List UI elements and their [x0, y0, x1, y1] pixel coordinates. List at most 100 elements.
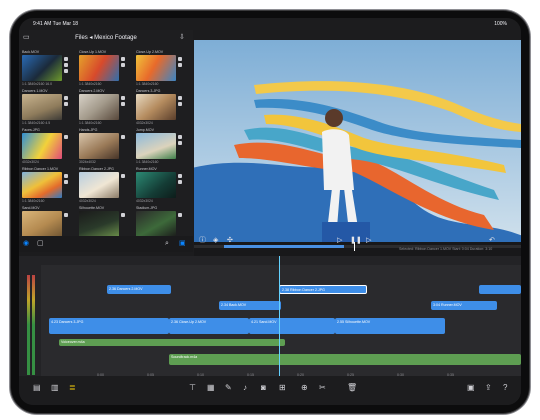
share-icon[interactable]: ⇪ [485, 384, 492, 392]
search-icon[interactable]: ⌕ [165, 240, 169, 247]
pencil-icon[interactable]: ✎ [225, 384, 232, 392]
play-from-start-icon[interactable]: ▷ [337, 237, 342, 244]
clip-status-icons [178, 95, 183, 119]
timeline-clip[interactable]: 4.23 Dancers 3.JPG [49, 318, 169, 334]
clip-meta: 4032x3024 [79, 199, 96, 203]
clip-dancers-2[interactable]: Dancers 2.MOV 1:1 3840x2160 [78, 89, 128, 131]
view-options-icon[interactable]: ▣ [179, 240, 186, 247]
clip-meta: 1:1 3840x2160 [22, 199, 45, 203]
clip-meta: 1:1 3840x2160 4.5 [22, 121, 51, 125]
media-browser: ▭ Files ◂ Mexico Footage ⇩ Back.MOV 1:1 … [19, 30, 193, 252]
clip-name: Faces.JPG [22, 128, 40, 132]
timeline-clip[interactable]: 2.36 Dancers 2.MOV [107, 285, 171, 294]
trash-icon[interactable]: 🗑 [347, 384, 357, 392]
camera-icon[interactable]: ◙ [261, 384, 266, 392]
titles-icon[interactable]: ⊤ [189, 384, 196, 392]
undo-icon[interactable]: ↶ [489, 237, 495, 244]
clip-thumbnail [136, 94, 176, 120]
clip-close-up-2[interactable]: Close-Up 2.MOV 1:1 3840x2160 [135, 50, 185, 92]
clip-name: Ribbon Dancer 2.JPG [79, 167, 114, 171]
browser-header: ▭ Files ◂ Mexico Footage ⇩ [19, 30, 193, 46]
timeline-clip[interactable]: 4.21 Sand.MOV [249, 318, 335, 334]
clip-thumbnail [22, 55, 62, 81]
info-icon[interactable]: ⓘ [199, 237, 206, 244]
clip-jump[interactable]: Jump.MOV 1:1 3840x2160 [135, 128, 185, 170]
clip-status-icons [64, 95, 69, 119]
clip-close-up-1[interactable]: Close-Up 1.MOV 1:1 3840x2160 [78, 50, 128, 92]
clip-status-icons [121, 173, 126, 197]
browser-footer: ◉ ▢ ⌕ ▣ [19, 236, 193, 252]
clip-thumbnail [22, 211, 62, 237]
add-icon[interactable]: ⊕ [301, 384, 308, 392]
timeline-ruler[interactable] [19, 256, 521, 265]
clip-meta: 4032x3024 [136, 121, 153, 125]
audio-clip[interactable]: Voiceover.m4a [59, 339, 285, 346]
timeline[interactable]: 2.36 Dancers 2.MOV 2.38 Ribbon Dancer 2.… [19, 256, 521, 378]
clip-meta: 1:1 3840x2160 [79, 82, 102, 86]
clip-status-icons [178, 212, 183, 236]
audio-meter [19, 265, 41, 378]
next-frame-icon[interactable]: ▷ [366, 237, 371, 244]
inspector-icon[interactable]: ▤ [33, 384, 41, 392]
clip-status-icons [121, 56, 126, 80]
clip-thumbnail [22, 94, 62, 120]
clip-name: Back.MOV [22, 50, 40, 54]
clip-meta: 4032x3024 [136, 199, 153, 203]
clip-name: Silhouette.MOV [79, 206, 105, 210]
timeline-clip[interactable]: 2.36 Close-Up 2.MOV [169, 318, 249, 334]
clip-name: Dancers 1.MOV [22, 89, 48, 93]
clip-meta: 1:1 3840x2160 [136, 160, 159, 164]
clip-status-icons [64, 56, 69, 80]
audio-lanes-icon[interactable]: ▥ [51, 384, 59, 392]
filter-icon[interactable]: ▢ [37, 240, 44, 247]
photos-icon[interactable]: ▦ [207, 384, 215, 392]
clip-status-icons [121, 212, 126, 236]
viewer-frame [194, 40, 521, 242]
transitions-icon[interactable]: ⊞ [279, 384, 286, 392]
clip-thumbnail [22, 133, 62, 159]
clip-runner[interactable]: Runner.MOV 4032x3024 [135, 167, 185, 209]
clip-name: Close-Up 2.MOV [136, 50, 164, 54]
status-time: 9:41 AM Tue Mar 18 [33, 21, 79, 27]
timeline-playhead[interactable] [279, 256, 280, 378]
timeline-options-icon[interactable]: ≣ [69, 384, 76, 392]
inspector-panel-icon[interactable]: ▣ [467, 384, 475, 392]
timeline-clip[interactable]: 2.34 Back.MOV [219, 301, 281, 310]
clip-thumbnail [79, 94, 119, 120]
select-circle-icon[interactable]: ◉ [23, 240, 29, 247]
timeline-clip[interactable]: 3:04 Runner.MOV [431, 301, 497, 310]
clip-name: Stadium.JPG [136, 206, 158, 210]
audio-icon[interactable]: ♪ [243, 384, 247, 392]
scrub-clip-range [224, 245, 344, 248]
timeline-clip[interactable]: 2.55 Silhouette.MOV [335, 318, 445, 334]
transform-icon[interactable]: ✣ [227, 237, 233, 244]
clip-hands[interactable]: Hands.JPG 3024x4032 [78, 128, 128, 170]
clip-thumbnail [136, 133, 176, 159]
selection-info: Selected: Ribbon Dancer 1.MOV Start: 0:0… [399, 247, 493, 251]
shield-icon[interactable]: ◈ [213, 237, 218, 244]
video-viewer[interactable] [194, 40, 521, 242]
clip-dancers-1[interactable]: Dancers 1.MOV 1:1 3840x2160 4.5 [21, 89, 71, 131]
clip-name: Ribbon Dancer 1.MOV [22, 167, 59, 171]
browser-title[interactable]: Files ◂ Mexico Footage [19, 34, 193, 41]
clip-meta: 1:1 3840x2160 16.0 [22, 82, 52, 86]
play-pause-icon[interactable]: ❚❚ [350, 237, 362, 244]
timeline-clip[interactable] [479, 285, 521, 294]
clip-name: Close-Up 1.MOV [79, 50, 107, 54]
timeline-clip-selected[interactable]: 2.38 Ribbon Dancer 2.JPG [279, 285, 367, 294]
clip-thumbnail [136, 211, 176, 237]
clip-ribbon-dancer-1[interactable]: Ribbon Dancer 1.MOV 1:1 3840x2160 [21, 167, 71, 209]
clip-ribbon-dancer-2[interactable]: Ribbon Dancer 2.JPG 4032x3024 [78, 167, 128, 209]
clip-thumbnail [79, 172, 119, 198]
clip-status-icons [64, 173, 69, 197]
clip-name: Runner.MOV [136, 167, 157, 171]
clip-status-icons [121, 95, 126, 119]
clip-dancers-3[interactable]: Dancers 3.JPG 4032x3024 [135, 89, 185, 131]
clip-faces[interactable]: Faces.JPG 4032x3024 [21, 128, 71, 170]
clip-thumbnail [22, 172, 62, 198]
clip-back[interactable]: Back.MOV 1:1 3840x2160 16.0 [21, 50, 71, 92]
help-icon[interactable]: ? [503, 384, 507, 392]
import-icon[interactable]: ⇩ [179, 34, 185, 41]
blade-icon[interactable]: ✂ [319, 384, 326, 392]
audio-clip[interactable]: Soundtrack.m4a [169, 354, 521, 365]
